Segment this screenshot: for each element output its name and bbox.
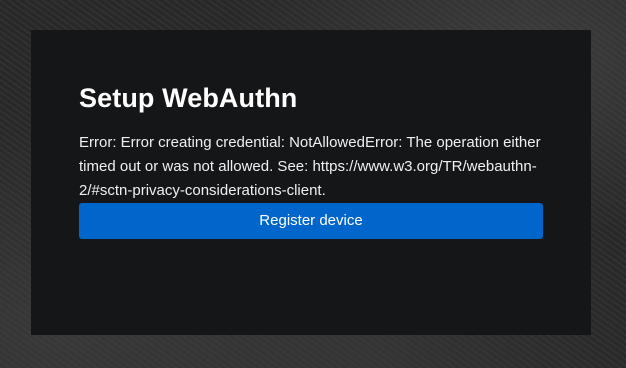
webauthn-setup-card: Setup WebAuthn Error: Error creating cre…	[31, 30, 591, 335]
error-message: Error: Error creating credential: NotAll…	[79, 134, 541, 199]
register-device-button[interactable]: Register device	[79, 203, 543, 239]
page-title: Setup WebAuthn	[79, 83, 298, 113]
